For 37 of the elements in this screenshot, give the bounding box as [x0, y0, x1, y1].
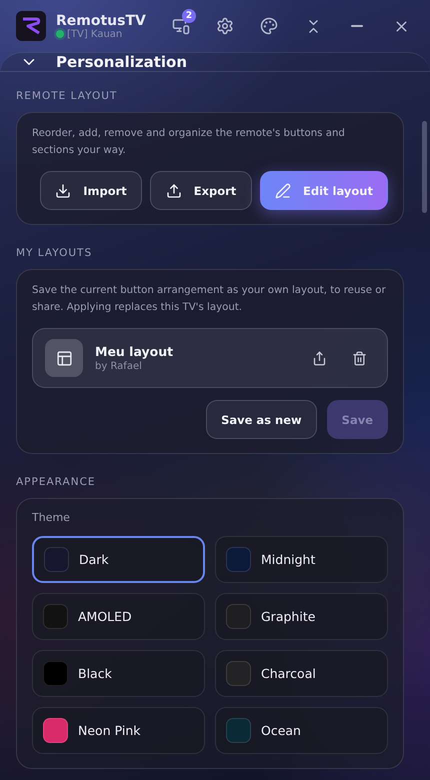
device-name: [TV] Kauan	[67, 28, 122, 40]
export-button[interactable]: Export	[150, 171, 252, 210]
section-label: MY LAYOUTS	[16, 247, 94, 259]
minimize-icon	[351, 25, 363, 27]
theme-option[interactable]: Midnight	[215, 536, 388, 583]
upload-icon	[166, 182, 182, 198]
palette-icon	[260, 17, 278, 35]
download-icon	[55, 182, 72, 198]
save-as-new-button[interactable]: Save as new	[206, 400, 317, 439]
theme-option[interactable]: Graphite	[215, 593, 388, 640]
description: Save the current button arrangement as your own layout, to reuse or share. Applying replaces this TV's layout.	[32, 284, 387, 315]
import-button[interactable]: Import	[40, 171, 142, 210]
layout-author: by Rafael	[95, 361, 143, 372]
layout-name: Meu layout	[95, 344, 174, 359]
layout-icon	[56, 350, 72, 366]
theme-option[interactable]: Charcoal	[215, 650, 388, 697]
theme-option[interactable]: Black	[32, 650, 205, 697]
section-header[interactable]: Personalization	[0, 53, 430, 72]
theme-option[interactable]: Ocean	[215, 707, 388, 754]
section-label: REMOTE LAYOUT	[16, 90, 118, 102]
section-label: APPEARANCE	[16, 476, 97, 488]
theme-option[interactable]: AMOLED	[32, 593, 205, 640]
theme-option[interactable]: Dark	[32, 536, 205, 583]
share-icon	[312, 350, 326, 366]
app-logo	[16, 11, 46, 41]
layout-item[interactable]: Meu layout by Rafael	[32, 328, 388, 388]
theme-option[interactable]: Neon Pink	[32, 707, 205, 754]
devices-icon	[172, 17, 190, 35]
theme-label: Theme	[32, 511, 71, 524]
pen-icon	[275, 182, 292, 198]
count-badge: 2	[182, 9, 196, 23]
trash-icon	[352, 350, 366, 366]
description: Reorder, add, remove and organize the remote's buttons and sections your way.	[32, 127, 346, 158]
app-title: RemotusTV	[56, 12, 147, 28]
devices-button[interactable]: 2	[164, 11, 198, 41]
settings-icon	[216, 17, 234, 35]
scrollbar[interactable]	[422, 121, 427, 213]
